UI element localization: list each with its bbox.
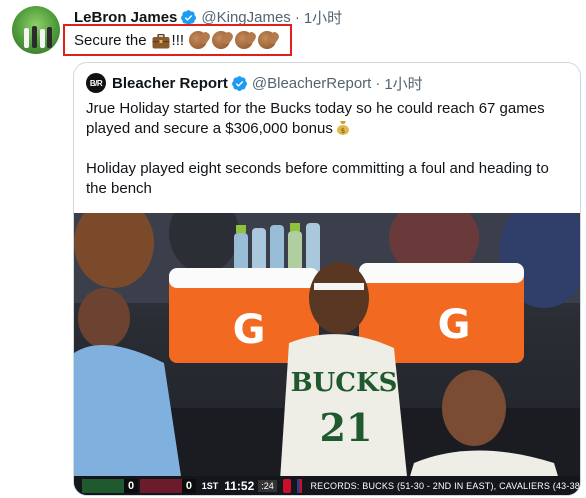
quoted-author-name[interactable]: Bleacher Report bbox=[112, 75, 228, 92]
quarter: 1ST bbox=[201, 481, 219, 491]
quoted-paragraph-1: Jrue Holiday started for the Bucks today… bbox=[86, 100, 545, 137]
quoted-author-handle[interactable]: @BleacherReport bbox=[252, 75, 371, 92]
briefcase-icon bbox=[152, 33, 170, 48]
tweet-text: Secure the !!! bbox=[74, 30, 277, 50]
gatorade-logo: G bbox=[233, 307, 266, 353]
game-photo[interactable]: G G BUCKS 21 0 0 1ST 11:52:24 RECORDS: … bbox=[74, 213, 580, 495]
quoted-time[interactable]: 1小时 bbox=[384, 73, 422, 94]
clapping-hands-icon bbox=[189, 31, 208, 49]
tweet-time[interactable]: 1小时 bbox=[304, 7, 342, 28]
shot-clock: :24 bbox=[258, 480, 277, 492]
tweet-text-prefix: Secure the bbox=[74, 31, 147, 49]
player-left bbox=[74, 288, 184, 495]
verified-badge-icon bbox=[231, 75, 247, 91]
tweet-text-exclaim: !!! bbox=[171, 31, 185, 49]
quoted-paragraph-2: Holiday played eight seconds before comm… bbox=[86, 160, 549, 197]
scorebug: 0 0 1ST 11:52 :24 RECORDS: BUCKS (51-30 … bbox=[74, 476, 580, 495]
quoted-header: B/R Bleacher Report @BleacherReport · 1小… bbox=[86, 73, 423, 93]
clapping-hands-icon bbox=[235, 31, 254, 49]
nba-logo bbox=[297, 479, 303, 493]
home-score: 0 bbox=[124, 479, 138, 493]
avatar[interactable] bbox=[12, 6, 60, 54]
sponsor-logo bbox=[282, 479, 292, 493]
away-score: 0 bbox=[182, 479, 196, 493]
jersey-text: BUCKS bbox=[291, 368, 398, 398]
author-handle[interactable]: @KingJames bbox=[201, 9, 290, 26]
quoted-separator: · bbox=[375, 74, 381, 92]
svg-text:G: G bbox=[438, 302, 471, 348]
clapping-hands-icon bbox=[258, 31, 277, 49]
quoted-text: Jrue Holiday started for the Bucks today… bbox=[86, 99, 570, 219]
bucks-logo bbox=[82, 479, 125, 493]
jersey-number: 21 bbox=[320, 405, 373, 450]
game-clock: 11:52 bbox=[224, 479, 255, 493]
photo-scene: G G BUCKS 21 bbox=[74, 213, 580, 495]
svg-text:$: $ bbox=[341, 127, 345, 135]
team-records: RECORDS: BUCKS (51-30 - 2ND IN EAST), CA… bbox=[310, 481, 580, 491]
clapping-hands-icon bbox=[212, 31, 231, 49]
quoted-tweet-card[interactable]: B/R Bleacher Report @BleacherReport · 1小… bbox=[73, 62, 581, 496]
cavaliers-logo bbox=[139, 479, 183, 493]
author-name[interactable]: LeBron James bbox=[74, 9, 177, 26]
bleacher-report-avatar[interactable]: B/R bbox=[86, 73, 106, 93]
verified-badge-icon bbox=[181, 9, 197, 25]
money-bag-icon: $ bbox=[336, 121, 349, 135]
header-separator: · bbox=[294, 8, 300, 26]
